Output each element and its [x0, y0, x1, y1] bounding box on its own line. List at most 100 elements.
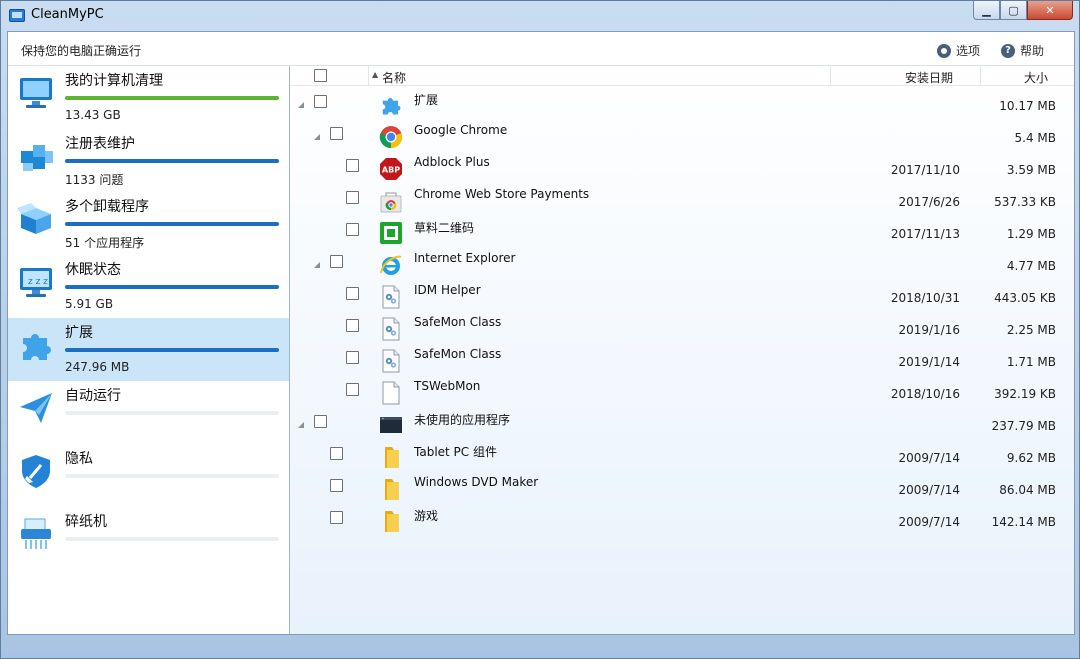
row-checkbox[interactable] — [346, 319, 359, 332]
row-checkbox[interactable] — [346, 159, 359, 172]
select-all-checkbox[interactable] — [314, 69, 327, 82]
table-row[interactable]: Google Chrome 5.4 MB — [290, 120, 1074, 152]
sidebar-item-progress — [65, 96, 279, 100]
row-name: SafeMon Class — [414, 347, 502, 361]
column-date-header[interactable]: 安装日期 — [905, 69, 953, 86]
row-checkbox[interactable] — [314, 95, 327, 108]
chrome-icon — [379, 125, 403, 149]
help-button[interactable]: ? 帮助 — [1001, 42, 1044, 59]
header: 保持您的电脑正确运行 选项 ? 帮助 — [8, 32, 1074, 66]
table-row[interactable]: SafeMon Class 2019/1/14 1.71 MB — [290, 344, 1074, 376]
row-name: Adblock Plus — [414, 155, 490, 169]
minimize-icon: ▁ — [982, 3, 991, 17]
row-name: IDM Helper — [414, 283, 481, 297]
tree-expander-icon[interactable] — [298, 102, 304, 108]
maximize-icon: ▢ — [1008, 3, 1019, 17]
table-row[interactable]: ABP Adblock Plus 2017/11/10 3.59 MB — [290, 152, 1074, 184]
sidebar-item[interactable]: 碎纸机 — [8, 507, 289, 570]
sidebar-item-progress — [65, 474, 279, 478]
column-separator — [830, 66, 831, 86]
sidebar-item-progress — [65, 222, 279, 226]
sidebar-item[interactable]: 注册表维护 1133 问题 — [8, 129, 289, 192]
sidebar-item-label: 碎纸机 — [65, 514, 107, 530]
sidebar-item-progress-fill — [65, 222, 279, 226]
ie-icon — [379, 253, 403, 277]
table-row[interactable]: 扩展 10.17 MB — [290, 88, 1074, 120]
svg-text:z z z: z z z — [28, 277, 48, 287]
puzzle-icon — [17, 326, 55, 364]
sidebar-item-label: 多个卸载程序 — [65, 199, 149, 215]
sidebar-item-summary: 13.43 GB — [65, 108, 121, 122]
row-checkbox[interactable] — [330, 127, 343, 140]
sidebar-item-progress — [65, 537, 279, 541]
sidebar-item[interactable]: 隐私 — [8, 444, 289, 507]
tree-expander-icon[interactable] — [298, 422, 304, 428]
column-header: ▲ 名称 安装日期 大小 — [290, 66, 1074, 86]
maximize-button[interactable]: ▢ — [1000, 1, 1027, 20]
table-row[interactable]: 草料二维码 2017/11/13 1.29 MB — [290, 216, 1074, 248]
row-checkbox[interactable] — [346, 383, 359, 396]
sidebar-item[interactable]: 自动运行 — [8, 381, 289, 444]
row-install-date: 2018/10/16 — [890, 387, 960, 401]
sleep-monitor-icon: z z z — [17, 263, 55, 301]
sidebar-item-progress — [65, 348, 279, 352]
table-row[interactable]: Tablet PC 组件 2009/7/14 9.62 MB — [290, 440, 1074, 472]
options-label: 选项 — [956, 44, 981, 58]
sidebar-item-summary: 51 个应用程序 — [65, 236, 145, 250]
title-bar[interactable]: CleanMyPC ▁ ▢ ✕ — [1, 1, 1079, 31]
row-checkbox[interactable] — [314, 415, 327, 428]
close-button[interactable]: ✕ — [1027, 1, 1073, 20]
gear-icon — [937, 43, 951, 58]
main-panel: ▲ 名称 安装日期 大小 扩展 10.17 MB Google Chrome 5.4 … — [290, 66, 1074, 634]
table-row[interactable]: 游戏 2009/7/14 142.14 MB — [290, 504, 1074, 536]
row-checkbox[interactable] — [346, 351, 359, 364]
row-install-date: 2017/11/13 — [890, 227, 960, 241]
row-checkbox[interactable] — [330, 255, 343, 268]
table-row[interactable]: IDM Helper 2018/10/31 443.05 KB — [290, 280, 1074, 312]
sidebar-item[interactable]: 我的计算机清理 13.43 GB — [8, 66, 289, 129]
row-size: 3.59 MB — [1006, 163, 1056, 177]
column-name-header[interactable]: 名称 — [382, 69, 406, 86]
sidebar-item[interactable]: 扩展 247.96 MB — [8, 318, 289, 381]
table-row[interactable]: 未使用的应用程序 237.79 MB — [290, 408, 1074, 440]
row-size: 537.33 KB — [994, 195, 1056, 209]
table-row[interactable]: Chrome Web Store Payments 2017/6/26 537.33… — [290, 184, 1074, 216]
table-row[interactable]: Internet Explorer 4.77 MB — [290, 248, 1074, 280]
sidebar-item-label: 扩展 — [65, 325, 93, 341]
row-checkbox[interactable] — [346, 287, 359, 300]
row-checkbox[interactable] — [330, 447, 343, 460]
sidebar-item-summary: 1133 问题 — [65, 173, 124, 187]
column-size-header[interactable]: 大小 — [1024, 69, 1048, 86]
row-checkbox[interactable] — [346, 223, 359, 236]
row-checkbox[interactable] — [330, 479, 343, 492]
sidebar-item-summary: 247.96 MB — [65, 360, 130, 374]
options-button[interactable]: 选项 — [937, 42, 980, 59]
monitor-icon — [17, 74, 55, 112]
table-row[interactable]: TSWebMon 2018/10/16 392.19 KB — [290, 376, 1074, 408]
tree-expander-icon[interactable] — [314, 134, 320, 140]
row-install-date: 2018/10/31 — [890, 291, 960, 305]
row-name: Tablet PC 组件 — [414, 445, 497, 459]
help-label: 帮助 — [1020, 44, 1045, 58]
sidebar-item-label: 休眠状态 — [65, 262, 121, 278]
row-checkbox[interactable] — [346, 191, 359, 204]
sidebar-item[interactable]: 多个卸载程序 51 个应用程序 — [8, 192, 289, 255]
table-row[interactable]: SafeMon Class 2019/1/16 2.25 MB — [290, 312, 1074, 344]
row-name: 未使用的应用程序 — [414, 413, 511, 427]
sidebar-item-progress — [65, 159, 279, 163]
sort-ascending-icon: ▲ — [372, 70, 379, 79]
tree-expander-icon[interactable] — [314, 262, 320, 268]
row-install-date: 2017/6/26 — [898, 195, 960, 209]
row-name: SafeMon Class — [414, 315, 502, 329]
shield-broom-icon — [17, 452, 55, 490]
sidebar-item[interactable]: z z z 休眠状态 5.91 GB — [8, 255, 289, 318]
row-checkbox[interactable] — [330, 511, 343, 524]
row-size: 86.04 MB — [999, 483, 1056, 497]
sidebar-item-label: 注册表维护 — [65, 136, 135, 152]
registry-blocks-icon — [17, 137, 55, 175]
sidebar-item-summary: 5.91 GB — [65, 297, 114, 311]
qr-extension-icon — [379, 221, 403, 245]
minimize-button[interactable]: ▁ — [973, 1, 1000, 20]
table-row[interactable]: Windows DVD Maker 2009/7/14 86.04 MB — [290, 472, 1074, 504]
adblock-icon: ABP — [379, 157, 403, 181]
